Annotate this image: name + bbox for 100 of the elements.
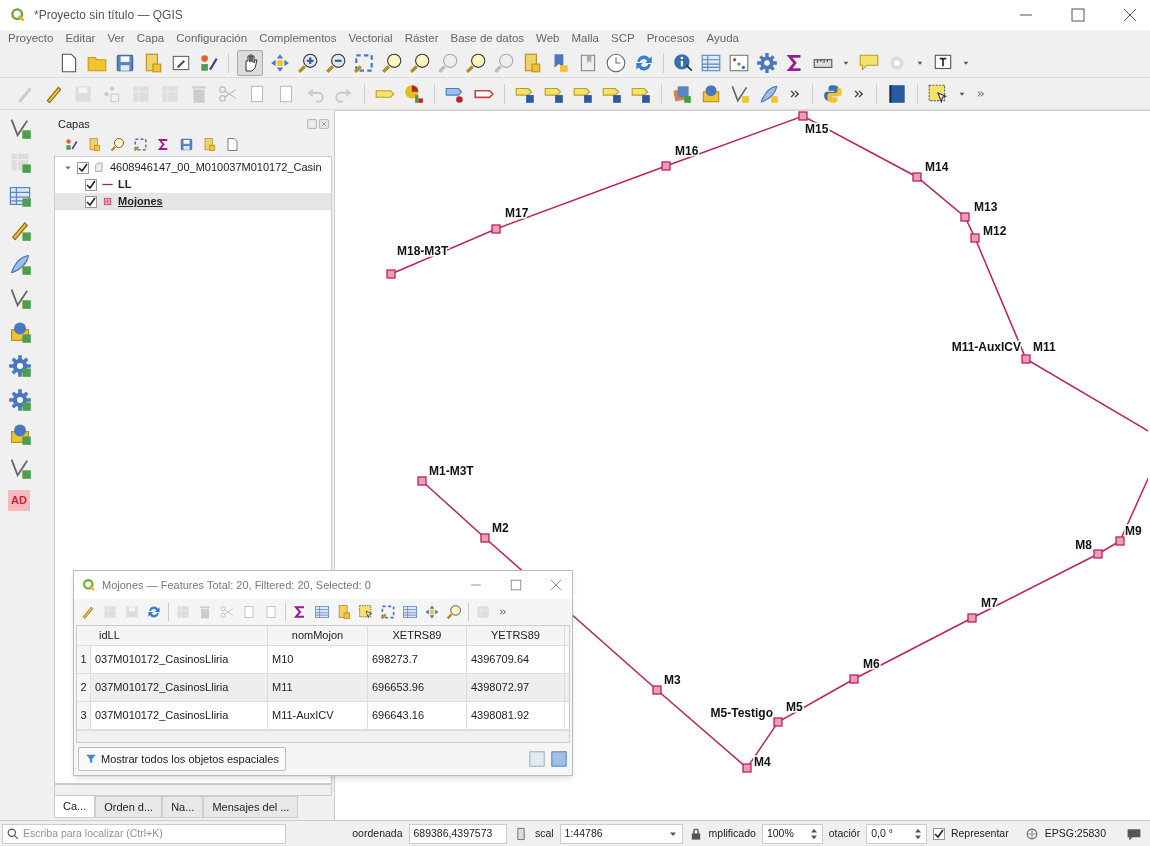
- window-title: Mojones — Features Total: 20, Filtered: 20, Selected: 0: [102, 577, 372, 593]
- checkbox[interactable]: [85, 178, 97, 191]
- pan-tool-button[interactable]: [237, 49, 263, 76]
- refresh-icon[interactable]: [146, 604, 162, 620]
- menu-item[interactable]: Proyecto: [8, 30, 54, 48]
- table-cell: 696643.16: [368, 702, 467, 729]
- menu-item[interactable]: Ver: [107, 30, 125, 48]
- magnifier-icon[interactable]: [465, 51, 487, 74]
- point-marker: [386, 269, 396, 279]
- layer-item[interactable]: 4608946147_00_M010037M010172_Casin: [110, 159, 322, 176]
- map-label: M12: [983, 224, 1007, 238]
- row-number[interactable]: 2: [77, 674, 91, 701]
- table-view-icon[interactable]: [550, 750, 568, 768]
- render-label: Representar: [950, 825, 1009, 841]
- column-header[interactable]: idLL: [85, 626, 268, 645]
- crs-button[interactable]: EPSG:25830: [1044, 825, 1106, 842]
- map-label: M11-AuxICV: [951, 340, 1021, 354]
- arrows-icon[interactable]: [424, 604, 440, 620]
- scale-field[interactable]: 1:44786: [559, 823, 683, 844]
- layout-icon[interactable]: [87, 136, 102, 152]
- table-cell: 037M010172_CasinosLliria: [91, 674, 268, 701]
- checkbox[interactable]: [85, 195, 97, 208]
- layout-icon[interactable]: [336, 604, 352, 620]
- add-feather-layer-icon[interactable]: [8, 252, 32, 276]
- table-cell: M10: [268, 646, 368, 673]
- point-marker: [773, 717, 783, 727]
- menu-item[interactable]: Procesos: [646, 30, 695, 48]
- magnifier-icon[interactable]: [409, 51, 431, 74]
- filter-button[interactable]: Mostrar todos los objetos espaciales: [78, 747, 286, 771]
- rotation-field[interactable]: 0,0 °: [866, 823, 927, 844]
- menu-item[interactable]: Ayuda: [706, 30, 739, 48]
- magnifier-icon[interactable]: [381, 51, 403, 74]
- point-marker: [1093, 549, 1103, 559]
- point-marker: [1115, 536, 1125, 546]
- menu-item[interactable]: Editar: [65, 30, 96, 48]
- locator-search-field[interactable]: Escriba para localizar (Ctrl+K): [23, 825, 282, 842]
- checkbox[interactable]: [77, 161, 89, 174]
- menu-item[interactable]: Ráster: [404, 30, 439, 48]
- panel-tab[interactable]: Na...: [162, 796, 204, 818]
- layer-item[interactable]: LL: [118, 176, 132, 193]
- add-vector-layer-icon[interactable]: [8, 116, 32, 140]
- select-icon[interactable]: [927, 82, 949, 105]
- row-number[interactable]: 1: [77, 646, 91, 673]
- column-header[interactable]: YETRS89: [467, 626, 565, 645]
- settings-icon[interactable]: [756, 51, 778, 74]
- style-icon[interactable]: [64, 136, 79, 152]
- table-icon[interactable]: [314, 604, 330, 620]
- checkbox[interactable]: [932, 827, 945, 840]
- coordinate-field[interactable]: 689386,4397573: [408, 823, 507, 844]
- column-header[interactable]: nomMojon: [268, 626, 368, 645]
- menu-item[interactable]: Web: [536, 30, 560, 48]
- spin-arrows-icon[interactable]: [913, 827, 922, 840]
- panel-tab[interactable]: Mensajes del ...: [203, 796, 299, 818]
- column-header[interactable]: XETRS89: [368, 626, 467, 645]
- search-icon: [7, 827, 19, 840]
- select-icon[interactable]: [358, 604, 374, 620]
- add-virtual-layer-icon[interactable]: [8, 286, 32, 310]
- maximize-icon[interactable]: [508, 577, 524, 593]
- maximize-icon[interactable]: [1068, 5, 1088, 25]
- identify-icon[interactable]: [672, 51, 694, 74]
- point-symbol-icon: [101, 195, 114, 208]
- point-marker: [480, 533, 490, 543]
- point-marker: [970, 233, 980, 243]
- clock-icon[interactable]: [605, 51, 627, 74]
- menu-item[interactable]: Configuración: [176, 30, 248, 48]
- point-marker: [798, 111, 808, 121]
- magnifier-field[interactable]: 100%: [761, 823, 823, 844]
- chart-icon[interactable]: [403, 82, 425, 105]
- help-icon[interactable]: [886, 82, 908, 105]
- zoom-out-icon[interactable]: [325, 51, 347, 74]
- status-label: oordenada: [352, 825, 403, 841]
- close-icon[interactable]: [548, 577, 564, 593]
- menu-item[interactable]: Capa: [136, 30, 165, 48]
- zoom-in-icon[interactable]: [297, 51, 319, 74]
- scrollbar[interactable]: [54, 784, 332, 796]
- globe-icon[interactable]: [700, 82, 722, 105]
- map-label: M1-M3T: [429, 464, 474, 478]
- globe-icon[interactable]: [1024, 826, 1039, 841]
- map-label: M15: [805, 122, 829, 136]
- locator-search-box[interactable]: Escriba para localizar (Ctrl+K): [2, 823, 287, 844]
- menu-item[interactable]: Complementos: [259, 30, 337, 48]
- scrollbar[interactable]: [77, 730, 569, 742]
- pencil-icon[interactable]: [80, 604, 96, 620]
- layer-item[interactable]: Mojones: [118, 193, 163, 210]
- zoom-full-icon[interactable]: [353, 51, 375, 74]
- row-number[interactable]: 3: [77, 702, 91, 729]
- menu-item[interactable]: Vectorial: [348, 30, 393, 48]
- map-label: M13: [974, 200, 998, 214]
- panel-tab[interactable]: Orden d...: [95, 796, 163, 818]
- point-marker: [960, 212, 970, 222]
- point-marker: [1021, 354, 1031, 364]
- menu-item[interactable]: Base de datos: [450, 30, 525, 48]
- menu-item[interactable]: Malla: [571, 30, 599, 48]
- python-icon[interactable]: [822, 82, 844, 105]
- menu-item[interactable]: SCP: [610, 30, 635, 48]
- panel-tab[interactable]: Ca...: [54, 796, 96, 818]
- table-icon[interactable]: [402, 604, 418, 620]
- spin-arrows-icon[interactable]: [809, 827, 818, 840]
- add-vector-icon[interactable]: [8, 456, 32, 480]
- group-icon: [93, 161, 106, 174]
